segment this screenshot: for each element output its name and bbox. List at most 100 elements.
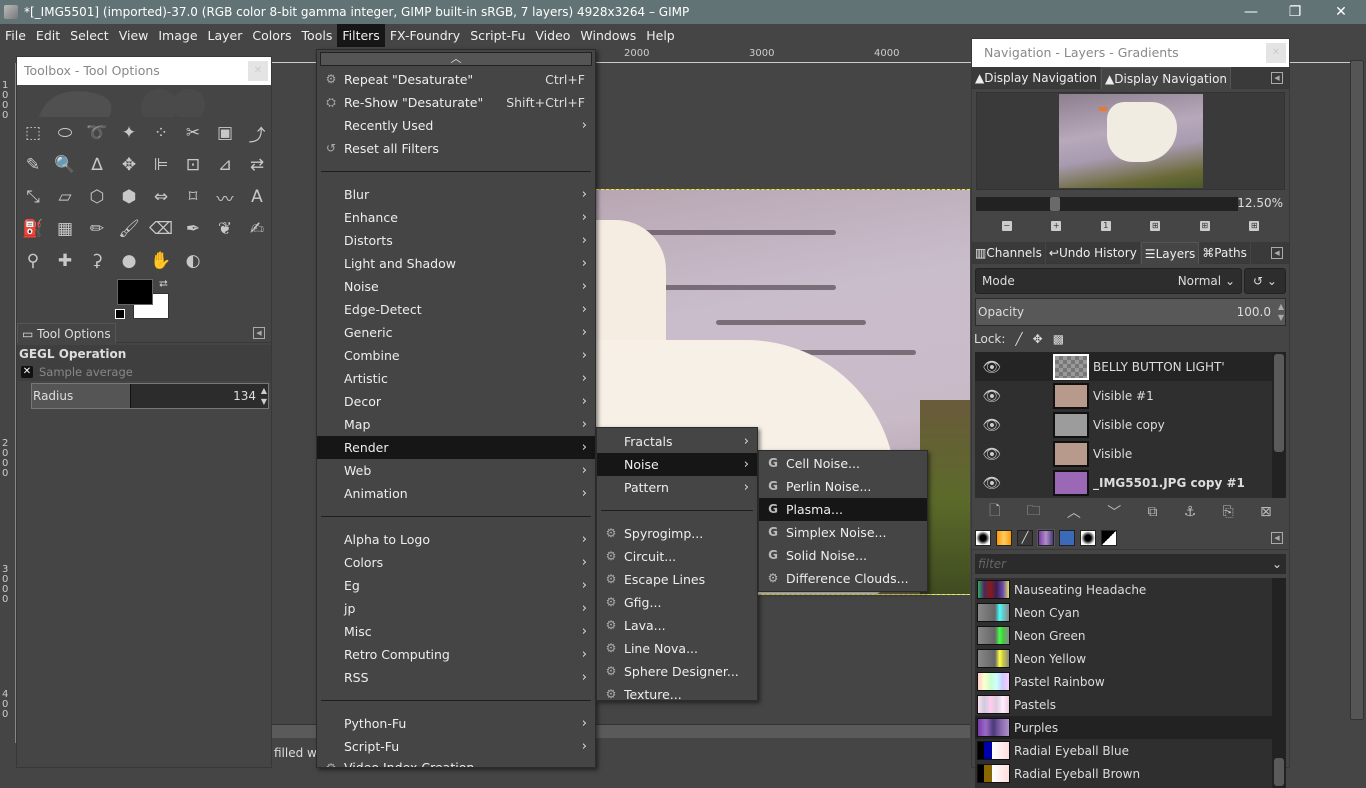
- menu-item-eg[interactable]: Eg ›: [317, 574, 595, 597]
- tool-pencil[interactable]: ✏: [81, 213, 113, 245]
- menu-item-misc[interactable]: Misc ›: [317, 620, 595, 643]
- tool-ellipse-select[interactable]: ⬭: [49, 117, 81, 149]
- menu-item-simplex-noise[interactable]: G Simplex Noise...: [759, 521, 927, 544]
- menu-item-cell-noise[interactable]: G Cell Noise...: [759, 452, 927, 475]
- menu-item-web[interactable]: Web ›: [317, 459, 595, 482]
- opacity-spin-arrows[interactable]: ▲ ▼: [1278, 301, 1284, 323]
- menu-item-generic[interactable]: Generic ›: [317, 321, 595, 344]
- menu-item-plasma[interactable]: G Plasma...: [759, 498, 927, 521]
- menu-item-combine[interactable]: Combine ›: [317, 344, 595, 367]
- radius-slider[interactable]: Radius 134 ▲ ▼: [31, 383, 269, 409]
- zoom-out-button[interactable]: −: [1001, 221, 1012, 231]
- menu-item-light-and-shadow[interactable]: Light and Shadow ›: [317, 252, 595, 275]
- new-layer-icon[interactable]: 🗋: [989, 500, 1000, 524]
- tool-smudge[interactable]: ✋: [145, 245, 177, 277]
- menu-item-spyrogimp[interactable]: ⚙ Spyrogimp...: [597, 522, 757, 545]
- menu-item-circuit[interactable]: ⚙ Circuit...: [597, 545, 757, 568]
- tool-shear[interactable]: ▱: [49, 181, 81, 213]
- zoom-in-button[interactable]: +: [1051, 221, 1062, 231]
- opacity-slider[interactable]: Opacity 100.0 ▲ ▼: [975, 298, 1286, 326]
- gradient-item[interactable]: Neon Yellow: [975, 647, 1286, 670]
- close-button[interactable]: ✕: [1318, 0, 1364, 24]
- tool-measure[interactable]: ∆: [81, 149, 113, 181]
- tab-gradients[interactable]: [1037, 528, 1055, 547]
- tool-bucket-fill[interactable]: ⛽: [17, 213, 49, 245]
- tool-warp[interactable]: 〰: [209, 181, 241, 213]
- menu-file[interactable]: File: [0, 24, 31, 47]
- eye-icon[interactable]: 👁: [979, 416, 1005, 434]
- configure-tab-icon[interactable]: ◀: [1271, 532, 1283, 544]
- lock-position-icon[interactable]: ✥: [1033, 332, 1043, 346]
- menu-layer[interactable]: Layer: [203, 24, 248, 47]
- tool-clone[interactable]: ⚲: [17, 245, 49, 277]
- tool-airbrush[interactable]: ✒: [177, 213, 209, 245]
- close-icon[interactable]: ✕: [1266, 43, 1286, 63]
- lock-alpha-icon[interactable]: ▩: [1053, 332, 1064, 346]
- tab-colors[interactable]: [1101, 529, 1117, 546]
- tab-tool-options[interactable]: ▭ Tool Options: [17, 323, 116, 343]
- layer-list-scrollbar[interactable]: [1272, 352, 1286, 498]
- menu-item-sphere-designer[interactable]: ⚙ Sphere Designer...: [597, 660, 757, 683]
- duplicate-layer-icon[interactable]: ⧉: [1147, 504, 1157, 520]
- tab-paint-dynamics[interactable]: ╱: [1017, 529, 1033, 546]
- menu-colors[interactable]: Colors: [247, 24, 296, 47]
- chevron-down-icon[interactable]: ⌄: [1272, 554, 1282, 574]
- menu-item-distorts[interactable]: Distorts ›: [317, 229, 595, 252]
- tool-paths[interactable]: ⤴: [241, 117, 273, 149]
- menu-item-line-nova[interactable]: ⚙ Line Nova...: [597, 637, 757, 660]
- eye-icon[interactable]: 👁: [979, 387, 1005, 405]
- foreground-color[interactable]: [117, 279, 153, 305]
- menu-view[interactable]: View: [114, 24, 154, 47]
- tool-unified-transform[interactable]: ⊿: [209, 149, 241, 181]
- tool-dodge-burn[interactable]: ◐: [177, 245, 209, 277]
- menu-item-lava[interactable]: ⚙ Lava...: [597, 614, 757, 637]
- menu-item-perlin-noise[interactable]: G Perlin Noise...: [759, 475, 927, 498]
- tool-flip[interactable]: ⇔: [145, 181, 177, 213]
- tool-ink[interactable]: ❦: [209, 213, 241, 245]
- fit-image-button[interactable]: ⊞: [1150, 221, 1161, 231]
- tab-undo-history[interactable]: ↩Undo History: [1046, 242, 1141, 264]
- gradient-item[interactable]: Radial Eyeball Blue: [975, 739, 1286, 762]
- gradient-item[interactable]: Neon Cyan: [975, 601, 1286, 624]
- menu-item-animation[interactable]: Animation ›: [317, 482, 595, 505]
- tool-scale[interactable]: ⤡: [17, 181, 49, 213]
- menu-help[interactable]: Help: [641, 24, 680, 47]
- menu-item-pattern[interactable]: Pattern ›: [597, 476, 757, 499]
- menu-item-jp[interactable]: jp ›: [317, 597, 595, 620]
- menu-item-decor[interactable]: Decor ›: [317, 390, 595, 413]
- menu-item-alpha-to-logo[interactable]: Alpha to Logo ›: [317, 528, 595, 551]
- zoom-slider-handle[interactable]: [1049, 197, 1060, 211]
- radius-spin-arrows[interactable]: ▲ ▼: [261, 385, 267, 407]
- tool-mypaint-brush[interactable]: ✍: [241, 213, 273, 245]
- menu-item-rss[interactable]: RSS ›: [317, 666, 595, 689]
- restore-button[interactable]: ❐: [1272, 0, 1318, 24]
- menu-filters[interactable]: Filters: [337, 24, 385, 47]
- raise-layer-icon[interactable]: ︿: [1067, 502, 1081, 522]
- menu-video[interactable]: Video: [530, 24, 575, 47]
- menu-item-reset-all-filters[interactable]: ↺ Reset all Filters: [317, 137, 595, 160]
- tool-foreground-select[interactable]: ▣: [209, 117, 241, 149]
- tool-scissors-select[interactable]: ✂: [177, 117, 209, 149]
- gradient-item[interactable]: Neon Green: [975, 624, 1286, 647]
- menu-item-gfig[interactable]: ⚙ Gfig...: [597, 591, 757, 614]
- tab-brushes[interactable]: [975, 529, 991, 546]
- zoom-slider[interactable]: [976, 197, 1238, 211]
- navigation-preview[interactable]: [976, 92, 1285, 190]
- tool-perspective-clone[interactable]: ⚳: [81, 245, 113, 277]
- menu-item-video-index-creation[interactable]: ⚙ Video Index Creation: [317, 758, 595, 767]
- menu-item-texture[interactable]: ⚙ Texture...: [597, 683, 757, 706]
- tab-display-navigation-1[interactable]: ▲Display Navigation: [972, 67, 1102, 89]
- mode-dropdown[interactable]: Mode Normal ⌄: [975, 268, 1242, 294]
- tool-move[interactable]: ✥: [113, 149, 145, 181]
- configure-tab-icon[interactable]: ◀: [1271, 247, 1283, 259]
- shrink-wrap-button[interactable]: ⊞: [1249, 221, 1260, 231]
- tool-zoom[interactable]: 🔍: [49, 149, 81, 181]
- gradient-item[interactable]: Pastel Rainbow: [975, 670, 1286, 693]
- menu-item-solid-noise[interactable]: G Solid Noise...: [759, 544, 927, 567]
- menu-item-render[interactable]: Render ›: [317, 436, 595, 459]
- new-layer-group-icon[interactable]: 🗀: [1027, 500, 1041, 524]
- tab-paths[interactable]: ⌘Paths: [1199, 242, 1251, 264]
- close-icon[interactable]: ✕: [248, 61, 268, 81]
- menu-select[interactable]: Select: [65, 24, 114, 47]
- menu-item-colors[interactable]: Colors ›: [317, 551, 595, 574]
